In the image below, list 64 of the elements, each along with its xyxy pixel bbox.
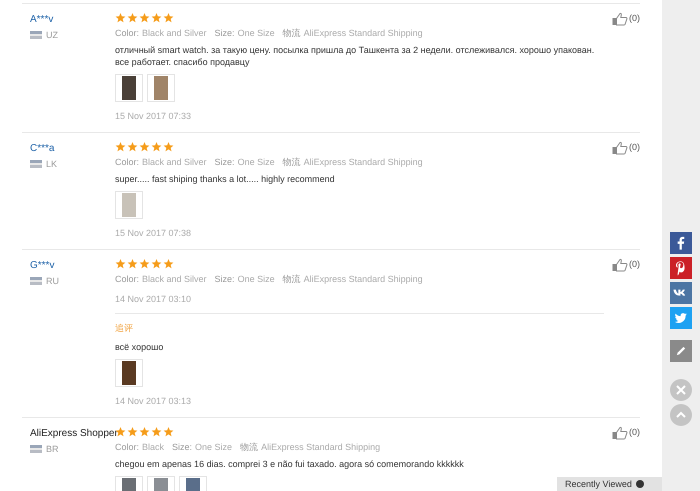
attribute-label: Color: xyxy=(115,27,140,39)
twitter-share-button[interactable] xyxy=(670,307,692,329)
like-button[interactable]: (0) xyxy=(612,258,640,272)
attribute-value: Black and Silver xyxy=(142,156,207,168)
attribute-value: AliExpress Standard Shipping xyxy=(261,441,380,453)
country-code: UZ xyxy=(46,29,58,41)
flag-icon xyxy=(30,31,42,39)
review-date: 14 Nov 2017 03:10 xyxy=(115,293,192,305)
attribute-label: Color: xyxy=(115,156,140,168)
attribute-value: AliExpress Standard Shipping xyxy=(304,273,423,285)
facebook-share-button[interactable] xyxy=(670,232,692,254)
attribute-value: One Size xyxy=(238,156,275,168)
attribute-value: Black and Silver xyxy=(142,27,207,39)
attribute-label: 物流 xyxy=(240,441,258,453)
followup-label: 追评 xyxy=(115,322,134,334)
flag-icon xyxy=(30,160,42,168)
reviewer-name[interactable]: A***v xyxy=(30,13,54,27)
vk-share-button[interactable] xyxy=(670,282,692,304)
photo-thumbnail[interactable] xyxy=(147,74,175,102)
review-text: super..... fast shiping thanks a lot..... highly recommend xyxy=(115,173,336,185)
flag-icon xyxy=(30,277,42,285)
review-date: 15 Nov 2017 07:33 xyxy=(115,110,192,122)
review-text: отличный smart watch. за такую цену. посылка пришла до Ташкента за 2 недели. отслеживался. хорошо упакован. все работает. спасибо продавцу xyxy=(115,44,596,68)
attribute-value: One Size xyxy=(238,27,275,39)
country-code: RU xyxy=(46,275,59,287)
attribute-value: One Size xyxy=(195,441,232,453)
like-button[interactable]: (0) xyxy=(612,141,640,155)
country-code: LK xyxy=(46,158,58,170)
like-button[interactable]: (0) xyxy=(612,12,640,26)
attribute-value: Black xyxy=(142,441,164,453)
attribute-label: Size: xyxy=(214,156,235,168)
review-text: chegou em apenas 16 dias. comprei 3 e não fui taxado. agora só comemorando kkkkkk xyxy=(115,458,465,470)
thumbs-up-icon xyxy=(612,12,628,26)
attribute-value: AliExpress Standard Shipping xyxy=(304,156,423,168)
attribute-value: Black and Silver xyxy=(142,273,207,285)
thumbs-up-icon xyxy=(612,141,628,155)
attribute-label: Color: xyxy=(115,441,140,453)
flag-icon xyxy=(30,445,42,453)
edit-button[interactable] xyxy=(670,340,692,362)
review-date: 15 Nov 2017 07:38 xyxy=(115,227,192,239)
attribute-label: Size: xyxy=(214,27,235,39)
reviewer-name[interactable]: C***a xyxy=(30,142,54,156)
attribute-value: One Size xyxy=(238,273,275,285)
reviewer-name[interactable]: G***v xyxy=(30,259,54,273)
thumbs-up-icon xyxy=(612,426,628,440)
recently-viewed-tab[interactable]: Recently Viewed xyxy=(557,477,662,491)
attribute-label: Size: xyxy=(214,273,235,285)
like-button[interactable]: (0) xyxy=(612,426,640,440)
review-date: 14 Nov 2017 03:13 xyxy=(115,395,192,407)
photo-thumbnail[interactable] xyxy=(115,74,143,102)
followup-text: всё хорошо xyxy=(115,341,164,353)
attribute-label: 物流 xyxy=(282,27,301,39)
photo-thumbnail[interactable] xyxy=(115,191,143,219)
thumbs-up-icon xyxy=(612,258,628,272)
attribute-label: 物流 xyxy=(282,156,301,168)
attribute-label: Size: xyxy=(172,441,192,453)
attribute-label: Color: xyxy=(115,273,140,285)
close-icon xyxy=(675,384,687,396)
attribute-value: AliExpress Standard Shipping xyxy=(304,27,423,39)
pinterest-share-button[interactable] xyxy=(670,257,692,279)
reviewer-name: AliExpress Shopper xyxy=(30,427,118,441)
country-code: BR xyxy=(46,443,59,455)
attribute-label: 物流 xyxy=(282,273,301,285)
photo-thumbnail[interactable] xyxy=(115,359,143,387)
